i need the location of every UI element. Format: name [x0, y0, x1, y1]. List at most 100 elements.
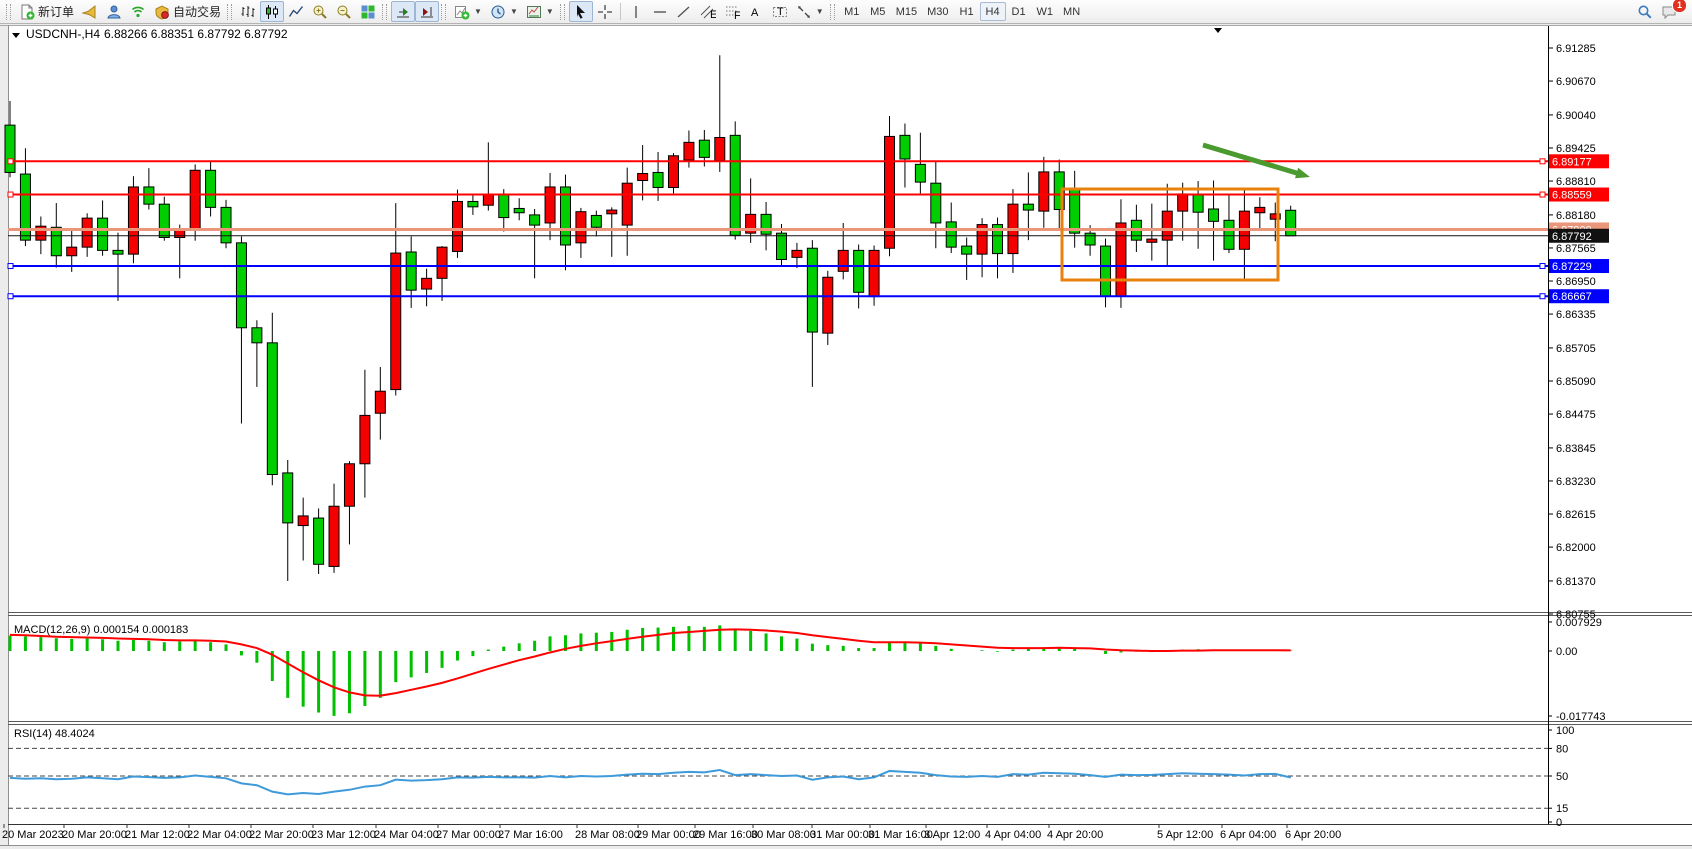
candle-body [298, 516, 308, 526]
svg-text:E: E [710, 9, 716, 20]
toolbar-grip[interactable] [560, 4, 565, 20]
candle-body [576, 212, 586, 243]
time-axis-label: 27 Mar 16:00 [498, 829, 563, 841]
text-button[interactable]: A [744, 1, 768, 22]
timeframe-d1[interactable]: D1 [1006, 2, 1032, 21]
timeframe-m5[interactable]: M5 [865, 2, 891, 21]
candle-body [437, 247, 447, 278]
horizontal-line-button[interactable] [648, 1, 672, 22]
price-tag-label: 6.86667 [1552, 291, 1592, 303]
candle-body [699, 140, 709, 157]
chart-canvas[interactable]: 6.912856.906706.900406.894256.888106.881… [0, 25, 1692, 849]
toolbar-grip[interactable] [382, 4, 387, 20]
timeframe-h4[interactable]: H4 [980, 2, 1006, 21]
svg-text:6.85090: 6.85090 [1556, 376, 1596, 388]
time-axis-label: 24 Mar 04:00 [374, 829, 439, 841]
svg-text:6.86335: 6.86335 [1556, 309, 1596, 321]
candle-body [406, 252, 416, 290]
candle-body [1178, 194, 1188, 211]
templates-button[interactable]: ▼ [522, 1, 558, 22]
shift-end-button[interactable] [391, 1, 415, 22]
candle-body [329, 506, 339, 566]
crosshair-button[interactable] [593, 1, 617, 22]
equidistant-channel-button[interactable]: E [696, 1, 720, 22]
autotrading-label: 自动交易 [173, 3, 221, 20]
signal-button[interactable] [126, 1, 150, 22]
candle-body [1116, 223, 1126, 296]
new-order-button[interactable]: 新订单 [15, 1, 78, 22]
autotrading-button[interactable]: 自动交易 [150, 1, 225, 22]
tile-windows-button[interactable] [356, 1, 380, 22]
candle-body [931, 183, 941, 223]
search-button[interactable] [1633, 1, 1657, 22]
price-tag-label: 6.89177 [1552, 156, 1592, 168]
candle-body [854, 250, 864, 292]
candle-body [206, 170, 216, 207]
shapes-button[interactable]: ▼ [792, 1, 828, 22]
chart-window-background [0, 25, 1692, 849]
operator-button[interactable] [102, 1, 126, 22]
candle-body [82, 218, 92, 247]
auto-scroll-button[interactable] [415, 1, 439, 22]
toolbar-grip[interactable] [6, 4, 11, 20]
label-button[interactable]: T [768, 1, 792, 22]
cursor-button[interactable] [569, 1, 593, 22]
timeframe-m15[interactable]: M15 [891, 2, 922, 21]
bars-chart-icon [240, 4, 256, 20]
autotrading-icon [154, 4, 170, 20]
text-icon: A [748, 4, 764, 20]
candlestick-chart-button[interactable] [260, 1, 284, 22]
candle-body [777, 233, 787, 259]
periods-button[interactable]: ▼ [486, 1, 522, 22]
toolbar-grip[interactable] [441, 4, 446, 20]
candle-body [468, 201, 478, 206]
timeframe-m30[interactable]: M30 [922, 2, 953, 21]
timeframe-m1[interactable]: M1 [839, 2, 865, 21]
candle-body [422, 278, 432, 289]
fibonacci-button[interactable]: F [720, 1, 744, 22]
chevron-down-icon: ▼ [546, 7, 554, 16]
candle-body [962, 246, 972, 254]
chevron-down-icon: ▼ [474, 7, 482, 16]
candle-body [900, 135, 910, 159]
search-icon [1637, 4, 1653, 20]
zoom-in-button[interactable] [308, 1, 332, 22]
line-chart-button[interactable] [284, 1, 308, 22]
candle-body [1023, 204, 1033, 210]
svg-text:6.81370: 6.81370 [1556, 576, 1596, 588]
indicators-button[interactable]: ▼ [450, 1, 486, 22]
candle-body [1085, 233, 1095, 245]
trendline-button[interactable] [672, 1, 696, 22]
rsi-axis-label: 15 [1556, 803, 1568, 815]
candle-body [730, 135, 740, 235]
timeframe-w1[interactable]: W1 [1032, 2, 1059, 21]
zoom-out-button[interactable] [332, 1, 356, 22]
vertical-line-button[interactable] [624, 1, 648, 22]
candle-body [483, 195, 493, 205]
toolbar-grip[interactable] [227, 4, 232, 20]
toolbar-grip[interactable] [830, 4, 835, 20]
time-axis-label: 30 Mar 08:00 [751, 829, 816, 841]
timeframe-h1[interactable]: H1 [954, 2, 980, 21]
bars-chart-button[interactable] [236, 1, 260, 22]
svg-text:6.84475: 6.84475 [1556, 409, 1596, 421]
time-axis-label: 6 Apr 20:00 [1285, 829, 1341, 841]
candle-body [360, 415, 370, 463]
timeframe-mn[interactable]: MN [1058, 2, 1085, 21]
horn-button[interactable] [78, 1, 102, 22]
periods-icon [490, 4, 506, 20]
candle-body [344, 464, 354, 506]
candle-body [869, 250, 879, 296]
shift-end-icon [395, 4, 411, 20]
macd-axis-label: -0.017743 [1556, 711, 1606, 723]
candle-body [1070, 189, 1080, 233]
candle-body [792, 250, 802, 257]
candle-body [391, 253, 401, 390]
candle-body [530, 215, 540, 225]
candle-body [499, 194, 509, 217]
candle-body [885, 136, 895, 248]
templates-icon [526, 4, 542, 20]
candle-body [915, 164, 925, 182]
candle-body [98, 218, 108, 250]
cursor-icon [573, 4, 589, 20]
